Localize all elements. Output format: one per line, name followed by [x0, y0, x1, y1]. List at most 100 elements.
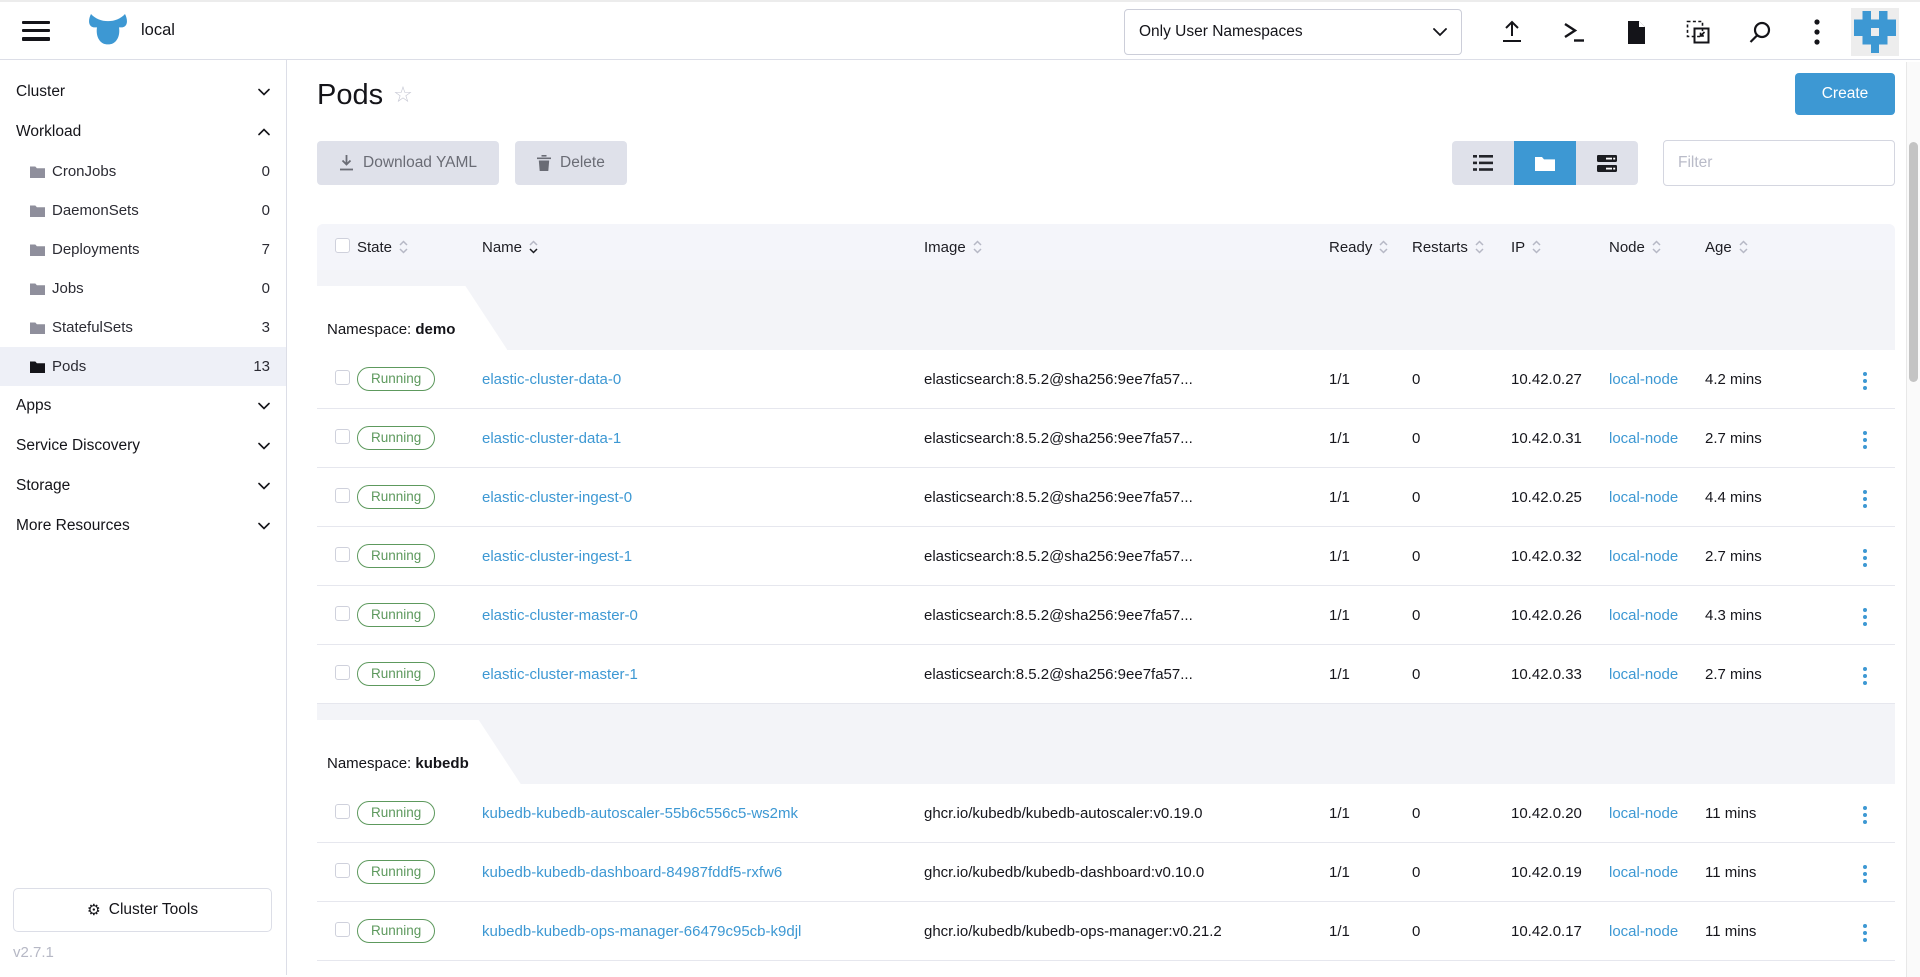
column-header-label: Restarts [1412, 239, 1468, 256]
sidebar-section-header[interactable]: Service Discovery [0, 426, 286, 466]
grouped-view-button[interactable] [1514, 141, 1576, 185]
ready-cell: 1/1 [1329, 666, 1412, 683]
column-header[interactable]: Name [482, 239, 924, 256]
list-view-button[interactable] [1452, 141, 1514, 185]
favorite-star-icon[interactable]: ☆ [393, 73, 413, 117]
column-header[interactable]: Age [1705, 239, 1849, 256]
pod-name-link[interactable]: kubedb-kubedb-dashboard-84987fddf5-rxfw6 [482, 864, 782, 881]
sidebar-section-label: Workload [16, 123, 81, 141]
node-link[interactable]: local-node [1609, 864, 1678, 881]
ready-cell: 1/1 [1329, 489, 1412, 506]
sort-icon [1532, 240, 1541, 254]
page-scrollbar[interactable] [1906, 62, 1920, 977]
node-link[interactable]: local-node [1609, 923, 1678, 940]
row-actions-kebab-icon[interactable] [1857, 543, 1873, 573]
user-menu-kebab-icon[interactable] [1800, 15, 1834, 49]
row-checkbox[interactable] [335, 804, 350, 819]
user-avatar[interactable] [1851, 8, 1899, 56]
column-header[interactable]: State [357, 239, 482, 256]
node-link[interactable]: local-node [1609, 666, 1678, 683]
import-yaml-icon[interactable] [1495, 15, 1529, 49]
row-actions-kebab-icon[interactable] [1857, 602, 1873, 632]
pod-name-link[interactable]: elastic-cluster-master-0 [482, 607, 638, 624]
config-view-button[interactable] [1576, 141, 1638, 185]
delete-button[interactable]: Delete [515, 141, 627, 185]
scrollbar-thumb[interactable] [1909, 142, 1918, 382]
sort-icon [1739, 240, 1748, 254]
sidebar-section-header[interactable]: Apps [0, 386, 286, 426]
sidebar-item[interactable]: CronJobs 0 [0, 152, 286, 191]
pod-name-link[interactable]: elastic-cluster-ingest-0 [482, 489, 632, 506]
kubectl-shell-icon[interactable] [1557, 15, 1591, 49]
sidebar-section-header[interactable]: Workload [0, 112, 286, 152]
pod-name-link[interactable]: elastic-cluster-master-1 [482, 666, 638, 683]
pod-name-link[interactable]: kubedb-kubedb-autoscaler-55b6c556c5-ws2m… [482, 805, 798, 822]
column-header[interactable]: Image [924, 239, 1329, 256]
column-header[interactable]: Restarts [1412, 239, 1511, 256]
sidebar-item[interactable]: Deployments 7 [0, 230, 286, 269]
row-actions-kebab-icon[interactable] [1857, 918, 1873, 948]
row-checkbox[interactable] [335, 922, 350, 937]
column-header-label: Age [1705, 239, 1732, 256]
sidebar-item-count: 3 [262, 319, 270, 336]
row-actions-kebab-icon[interactable] [1857, 366, 1873, 396]
namespace-tab: Namespace: demo [317, 286, 507, 350]
restarts-cell: 0 [1412, 548, 1511, 565]
node-link[interactable]: local-node [1609, 489, 1678, 506]
row-checkbox[interactable] [335, 429, 350, 444]
column-header-label: Node [1609, 239, 1645, 256]
pod-name-link[interactable]: elastic-cluster-ingest-1 [482, 548, 632, 565]
node-link[interactable]: local-node [1609, 607, 1678, 624]
node-link[interactable]: local-node [1609, 548, 1678, 565]
sidebar-item[interactable]: Pods 13 [0, 347, 286, 386]
row-actions-kebab-icon[interactable] [1857, 859, 1873, 889]
folder-icon [30, 321, 45, 334]
rancher-logo-icon[interactable] [86, 14, 130, 48]
sidebar-section-label: Storage [16, 477, 70, 495]
ip-cell: 10.42.0.20 [1511, 805, 1609, 822]
ready-cell: 1/1 [1329, 371, 1412, 388]
search-icon[interactable] [1743, 15, 1777, 49]
column-header[interactable]: Node [1609, 239, 1705, 256]
copy-kubeconfig-icon[interactable] [1681, 15, 1715, 49]
ready-cell: 1/1 [1329, 864, 1412, 881]
row-actions-kebab-icon[interactable] [1857, 484, 1873, 514]
pod-name-link[interactable]: elastic-cluster-data-0 [482, 371, 621, 388]
sidebar-item[interactable]: Jobs 0 [0, 269, 286, 308]
row-checkbox[interactable] [335, 488, 350, 503]
pod-name-link[interactable]: elastic-cluster-data-1 [482, 430, 621, 447]
pod-name-link[interactable]: kubedb-kubedb-ops-manager-66479c95cb-k9d… [482, 923, 801, 940]
column-header[interactable]: IP [1511, 239, 1609, 256]
namespace-filter-dropdown[interactable]: Only User Namespaces [1124, 9, 1462, 55]
cluster-tools-button[interactable]: ⚙ Cluster Tools [13, 888, 272, 932]
sidebar-item[interactable]: DaemonSets 0 [0, 191, 286, 230]
node-link[interactable]: local-node [1609, 430, 1678, 447]
table-row: Running kubedb-kubedb-autoscaler-55b6c55… [317, 784, 1895, 843]
download-yaml-button[interactable]: Download YAML [317, 141, 499, 185]
sidebar-section-header[interactable]: Cluster [0, 72, 286, 112]
row-checkbox[interactable] [335, 547, 350, 562]
row-actions-kebab-icon[interactable] [1857, 661, 1873, 691]
sidebar-item[interactable]: StatefulSets 3 [0, 308, 286, 347]
menu-hamburger-icon[interactable] [22, 21, 50, 41]
node-link[interactable]: local-node [1609, 371, 1678, 388]
filter-input[interactable] [1663, 140, 1895, 186]
status-badge: Running [357, 662, 435, 686]
sidebar-section-header[interactable]: More Resources [0, 506, 286, 546]
table-row: Running elastic-cluster-ingest-0 elastic… [317, 468, 1895, 527]
node-link[interactable]: local-node [1609, 805, 1678, 822]
age-cell: 2.7 mins [1705, 430, 1849, 447]
namespace-filter-value: Only User Namespaces [1139, 23, 1303, 41]
row-checkbox[interactable] [335, 606, 350, 621]
row-checkbox[interactable] [335, 370, 350, 385]
row-actions-kebab-icon[interactable] [1857, 425, 1873, 455]
sidebar-section-header[interactable]: Storage [0, 466, 286, 506]
select-all-checkbox[interactable] [335, 238, 350, 253]
sidebar-item-label: Deployments [52, 241, 140, 258]
download-kubeconfig-icon[interactable] [1619, 15, 1653, 49]
row-checkbox[interactable] [335, 665, 350, 680]
column-header[interactable]: Ready [1329, 239, 1412, 256]
create-button[interactable]: Create [1795, 73, 1895, 115]
row-checkbox[interactable] [335, 863, 350, 878]
row-actions-kebab-icon[interactable] [1857, 800, 1873, 830]
